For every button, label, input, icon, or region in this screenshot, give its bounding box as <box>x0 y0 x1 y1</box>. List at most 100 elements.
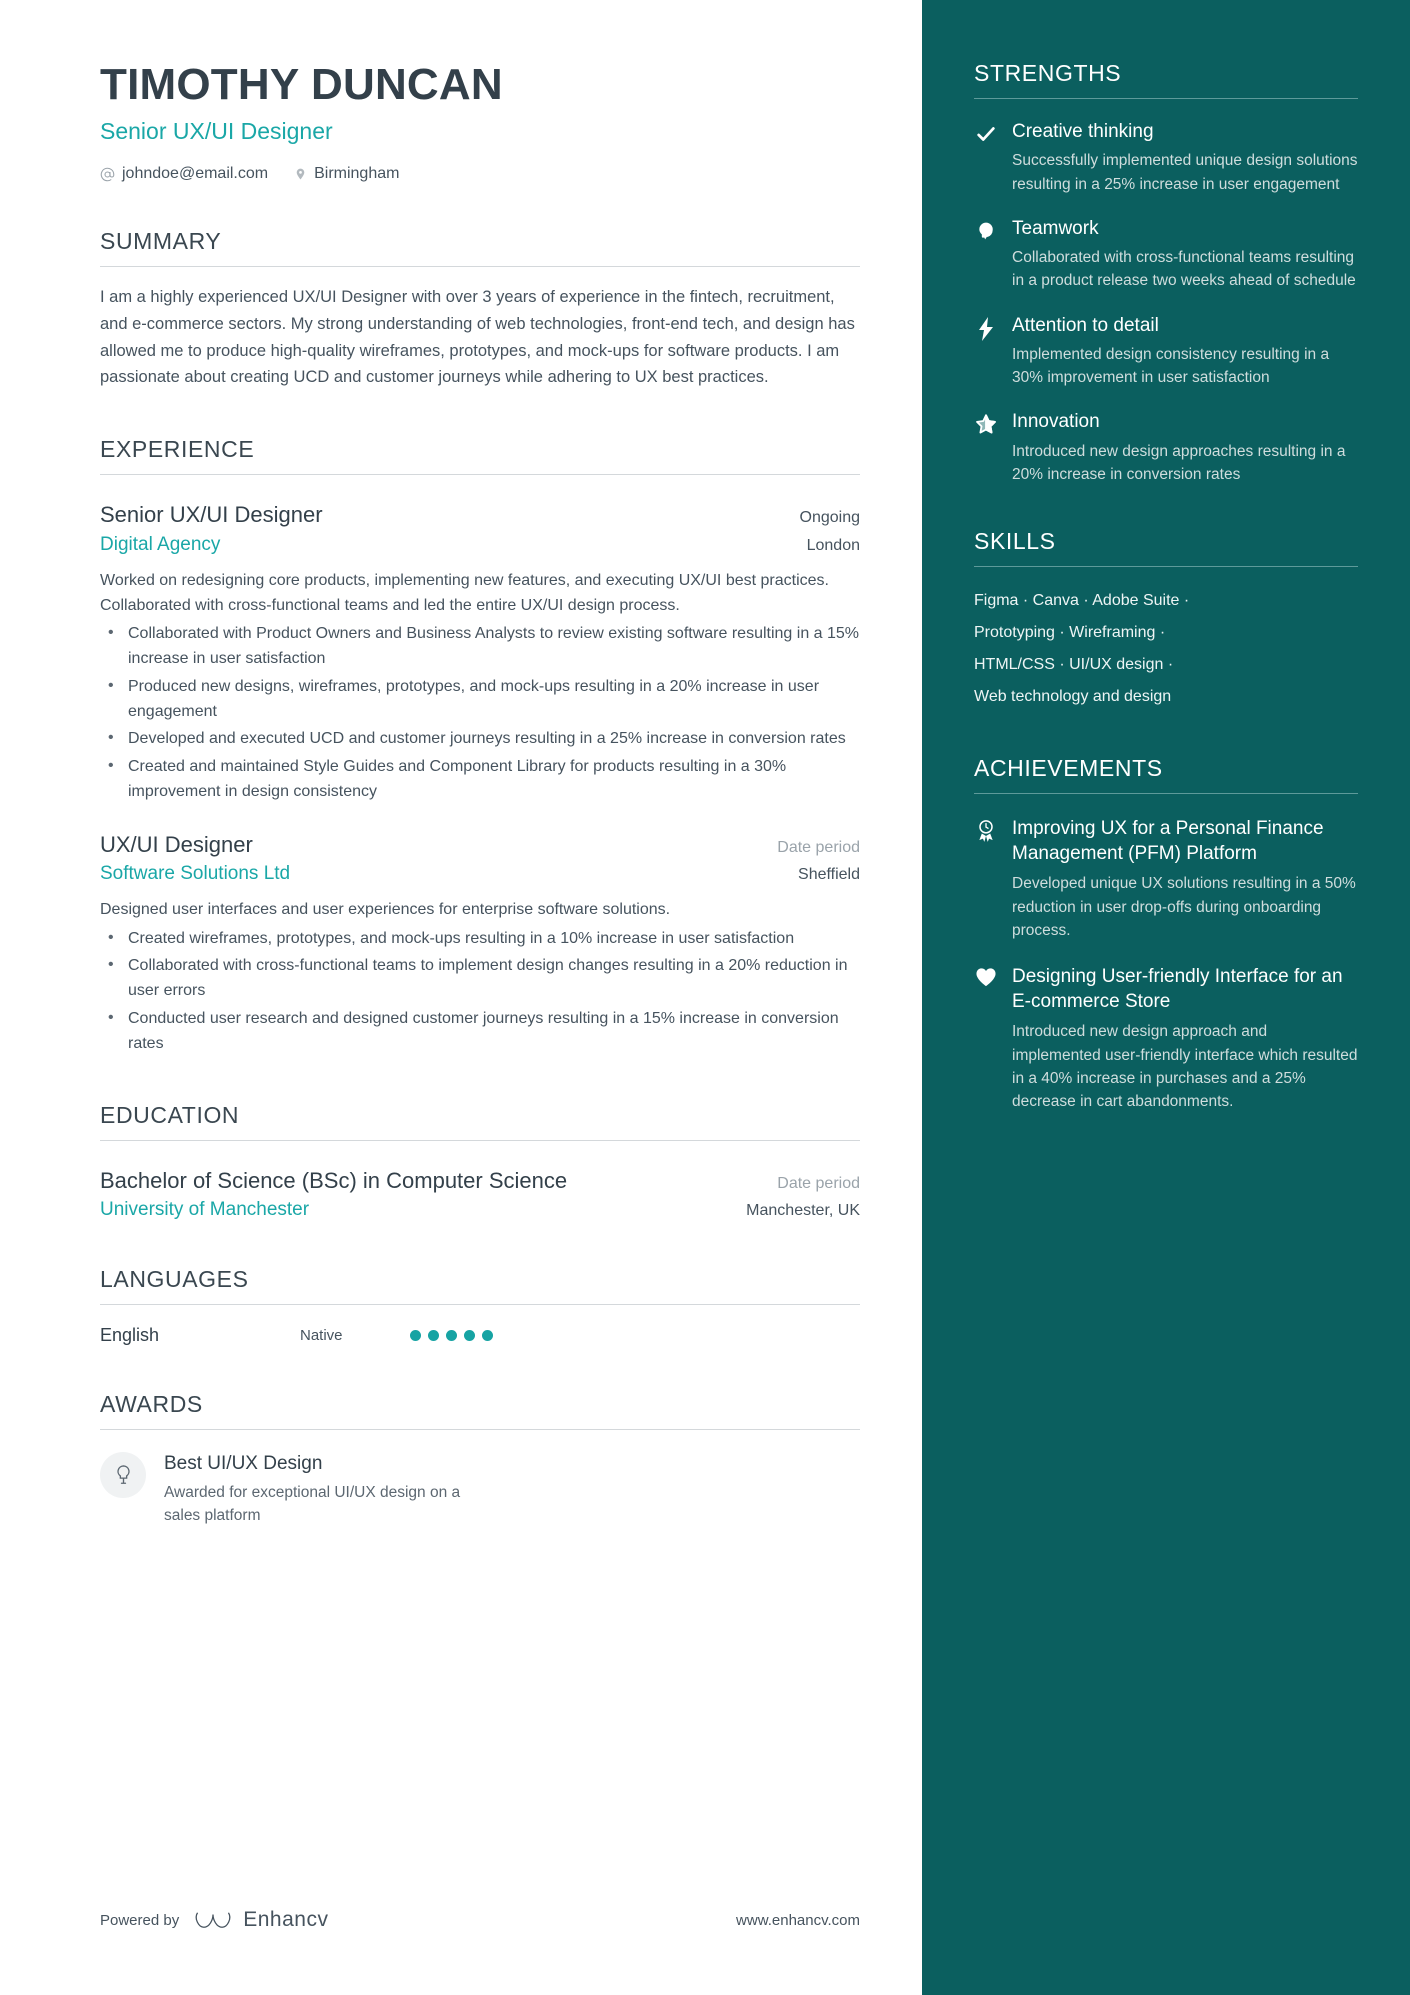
section-title-education: EDUCATION <box>100 1101 240 1128</box>
achievements-list: Improving UX for a Personal Finance Mana… <box>974 816 1358 1113</box>
strength-title: Teamwork <box>1012 217 1099 239</box>
proficiency-dots <box>410 1330 493 1342</box>
strength-item: Innovation Introduced new design approac… <box>974 410 1358 486</box>
education-entry-header: Bachelor of Science (BSc) in Computer Sc… <box>100 1167 860 1196</box>
education-entry-subheader: University of Manchester Manchester, UK <box>100 1199 860 1221</box>
experience-role: Senior UX/UI Designer <box>100 502 323 528</box>
experience-list: Senior UX/UI Designer Ongoing Digital Ag… <box>100 501 860 1057</box>
skill-line: Web technology and design <box>974 688 1172 706</box>
education-location: Manchester, UK <box>746 1202 860 1220</box>
achievement-title: Designing User-friendly Interface for an… <box>1012 966 1343 1013</box>
section-title-strengths: STRENGTHS <box>974 60 1122 86</box>
divider <box>100 1429 860 1431</box>
strength-body: Teamwork Collaborated with cross-functio… <box>1012 217 1358 293</box>
divider <box>974 566 1358 568</box>
achievement-title: Improving UX for a Personal Finance Mana… <box>1012 818 1324 865</box>
language-item: English Native <box>100 1325 860 1346</box>
award-ribbon-icon <box>974 816 998 942</box>
list-item: Collaborated with Product Owners and Bus… <box>100 621 860 672</box>
lightning-bolt-icon <box>974 314 998 390</box>
list-item: Produced new designs, wireframes, protot… <box>100 674 860 725</box>
experience-entry-subheader: Software Solutions Ltd Sheffield <box>100 863 860 885</box>
education-degree: Bachelor of Science (BSc) in Computer Sc… <box>100 1167 568 1193</box>
awards-list: Best UI/UX Design Awarded for exceptiona… <box>100 1452 860 1527</box>
experience-bullet-list: Created wireframes, prototypes, and mock… <box>100 926 860 1057</box>
list-item: Created wireframes, prototypes, and mock… <box>100 926 860 952</box>
summary-text: I am a highly experienced UX/UI Designer… <box>100 288 855 387</box>
job-headline: Senior UX/UI Designer <box>100 118 333 145</box>
teamwork-icon <box>974 217 998 293</box>
section-education: EDUCATION Bachelor of Science (BSc) in C… <box>100 1102 860 1222</box>
strength-item: Attention to detail Implemented design c… <box>974 314 1358 390</box>
section-title-languages: LANGUAGES <box>100 1266 249 1293</box>
language-level: Native <box>300 1327 343 1345</box>
achievement-description: Introduced new design approach and imple… <box>1012 1023 1358 1111</box>
experience-period: Ongoing <box>799 509 861 527</box>
experience-location: London <box>806 536 860 554</box>
experience-entry-subheader: Digital Agency London <box>100 534 860 556</box>
strength-description: Introduced new design approaches resulti… <box>1012 442 1346 483</box>
experience-description: Designed user interfaces and user experi… <box>100 901 671 919</box>
strength-description: Collaborated with cross-functional teams… <box>1012 249 1356 290</box>
proficiency-dot <box>446 1330 457 1342</box>
experience-organization: Software Solutions Ltd <box>100 863 291 885</box>
strength-body: Attention to detail Implemented design c… <box>1012 314 1358 390</box>
experience-entry-header: UX/UI Designer Date period <box>100 831 860 860</box>
skills-list: Figma · Canva · Adobe Suite · Prototypin… <box>974 585 1358 713</box>
strength-title: Creative thinking <box>1012 121 1154 142</box>
strengths-list: Creative thinking Successfully implement… <box>974 120 1358 486</box>
map-pin-icon <box>294 166 307 182</box>
award-item: Best UI/UX Design Awarded for exceptiona… <box>100 1452 860 1527</box>
list-item: Created and maintained Style Guides and … <box>100 754 860 805</box>
experience-description: Worked on redesigning core products, imp… <box>100 571 829 614</box>
achievement-item: Improving UX for a Personal Finance Mana… <box>974 816 1358 942</box>
section-languages: LANGUAGES English Native <box>100 1266 860 1346</box>
strength-body: Innovation Introduced new design approac… <box>1012 410 1358 486</box>
main-column: TIMOTHY DUNCAN Senior UX/UI Designer joh… <box>0 0 922 1995</box>
contact-location: Birmingham <box>294 165 399 183</box>
section-title-awards: AWARDS <box>100 1391 203 1418</box>
strength-title: Innovation <box>1012 411 1100 433</box>
section-title-achievements: ACHIEVEMENTS <box>974 755 1163 782</box>
page-title: TIMOTHY DUNCAN <box>100 60 503 109</box>
experience-location: Sheffield <box>798 866 860 884</box>
list-item: Conducted user research and designed cus… <box>100 1006 860 1057</box>
experience-period: Date period <box>777 838 860 856</box>
divider <box>974 793 1358 795</box>
divider <box>974 98 1358 99</box>
section-achievements: ACHIEVEMENTS Improving UX for a Personal… <box>974 755 1358 1113</box>
footer: Powered by Enhancv www.enhancv.com <box>100 1907 860 1933</box>
powered-by-block: Powered by Enhancv <box>100 1907 328 1933</box>
strength-item: Teamwork Collaborated with cross-functio… <box>974 217 1358 293</box>
experience-entry-header: Senior UX/UI Designer Ongoing <box>100 501 860 530</box>
proficiency-dot <box>482 1330 493 1342</box>
strength-item: Creative thinking Successfully implement… <box>974 120 1358 196</box>
education-school: University of Manchester <box>100 1199 310 1221</box>
strength-description: Successfully implemented unique design s… <box>1012 152 1358 193</box>
education-period: Date period <box>777 1174 860 1192</box>
divider <box>100 266 860 268</box>
section-experience: EXPERIENCE Senior UX/UI Designer Ongoing… <box>100 436 860 1057</box>
proficiency-dot <box>464 1330 475 1342</box>
list-item: Collaborated with cross-functional teams… <box>100 953 860 1004</box>
section-title-experience: EXPERIENCE <box>100 436 255 463</box>
divider <box>100 474 860 476</box>
enhancv-logo: Enhancv <box>193 1907 328 1933</box>
experience-entry: UX/UI Designer Date period Software Solu… <box>100 831 860 1057</box>
skill-line: Prototyping · Wireframing · <box>974 624 1166 642</box>
skill-line: HTML/CSS · UI/UX design · <box>974 656 1174 674</box>
experience-role: UX/UI Designer <box>100 831 253 857</box>
achievement-description: Developed unique UX solutions resulting … <box>1012 875 1356 939</box>
proficiency-dot <box>410 1330 421 1342</box>
star-icon <box>974 410 998 486</box>
award-body: Best UI/UX Design Awarded for exceptiona… <box>164 1452 494 1527</box>
section-title-skills: SKILLS <box>974 528 1056 555</box>
list-item: Developed and executed UCD and customer … <box>100 726 860 752</box>
skill-line: Figma · Canva · Adobe Suite · <box>974 592 1190 610</box>
contact-email[interactable]: johndoe@email.com <box>100 165 268 183</box>
achievement-body: Designing User-friendly Interface for an… <box>1012 964 1358 1113</box>
section-skills: SKILLS Figma · Canva · Adobe Suite · Pro… <box>974 528 1358 713</box>
footer-website[interactable]: www.enhancv.com <box>736 1912 860 1929</box>
proficiency-dot <box>428 1330 439 1342</box>
achievement-item: Designing User-friendly Interface for an… <box>974 964 1358 1113</box>
